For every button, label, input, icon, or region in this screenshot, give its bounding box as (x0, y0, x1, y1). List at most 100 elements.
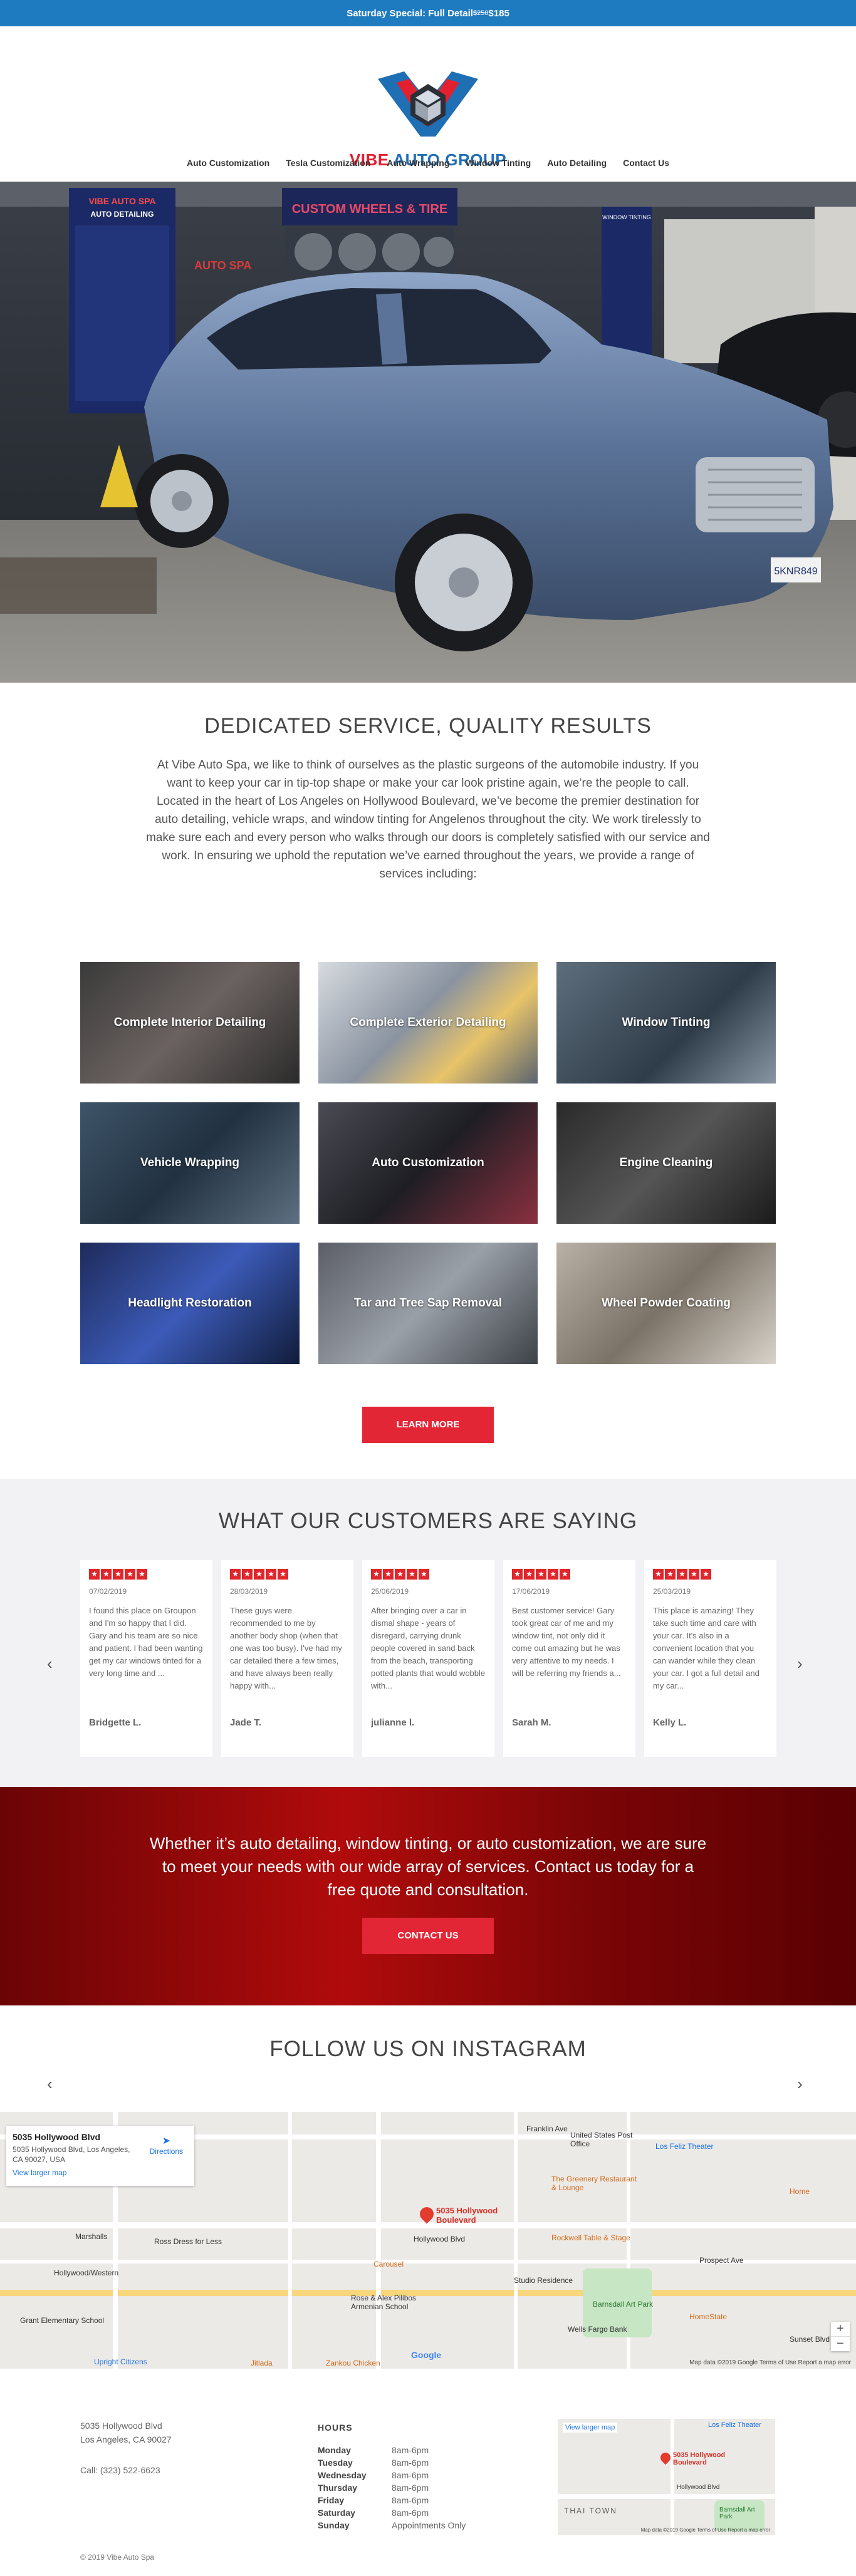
service-tile-label: Complete Exterior Detailing (350, 1016, 506, 1029)
star-icon: ★ (407, 1569, 417, 1580)
testimonial-card: ★ ★ ★ ★ ★ 25/03/2019 This place is amazing! … (644, 1560, 776, 1757)
star-icon: ★ (560, 1569, 570, 1580)
service-tile-label: Tar and Tree Sap Removal (353, 1296, 503, 1310)
nav-auto-wrapping[interactable]: Auto Wrapping (387, 158, 449, 168)
service-tile-vehicle-wrapping[interactable]: Vehicle Wrapping (80, 1102, 300, 1224)
embedded-map[interactable]: 5035 Hollywood Blvd 5035 Hollywood Blvd,… (0, 2112, 856, 2369)
service-tile-auto-customization[interactable]: Auto Customization (318, 1102, 538, 1224)
logo[interactable]: VIBE AUTO GROUP (0, 66, 856, 170)
nav-tesla-customization[interactable]: Tesla Customization (286, 158, 370, 168)
footer-phone[interactable]: Call: (323) 522-6623 (80, 2465, 160, 2475)
service-tile-tar-sap-removal[interactable]: Tar and Tree Sap Removal (318, 1243, 538, 1364)
service-tile-headlight-restoration[interactable]: Headlight Restoration (80, 1243, 300, 1364)
service-tile-engine-cleaning[interactable]: Engine Cleaning (556, 1102, 776, 1224)
service-tile-interior-detailing[interactable]: Complete Interior Detailing (80, 962, 300, 1084)
testimonial-card: ★ ★ ★ ★ ★ 07/02/2019 I found this place on G… (80, 1560, 212, 1757)
footer-mini-map[interactable]: View larger map Los Feliz Theater 5035 H… (558, 2419, 775, 2535)
map-label: Hollywood Blvd (414, 2235, 466, 2243)
instagram-prev-icon[interactable]: ‹ (47, 2074, 53, 2094)
star-icon: ★ (524, 1569, 535, 1580)
site-footer: 5035 Hollywood Blvd Los Angeles, CA 9002… (0, 2369, 856, 2576)
hours-day: Saturday (318, 2508, 355, 2518)
learn-more-button[interactable]: LEARN MORE (362, 1407, 494, 1443)
carousel-prev-icon[interactable]: ‹ (47, 1654, 53, 1673)
directions-button[interactable]: ➤ Directions (150, 2134, 183, 2156)
star-rating: ★ ★ ★ ★ ★ (653, 1569, 768, 1580)
service-tile-wheel-powder-coating[interactable]: Wheel Powder Coating (556, 1243, 776, 1364)
service-tile-window-tinting[interactable]: Window Tinting (556, 962, 776, 1084)
hours-row: Sunday Appointments Only (318, 2519, 466, 2532)
map-street (288, 2112, 292, 2369)
hero-sign-left-sub: AUTO DETAILING (91, 210, 154, 219)
map-info-card: 5035 Hollywood Blvd 5035 Hollywood Blvd,… (6, 2126, 194, 2186)
view-larger-map-link[interactable]: View larger map (13, 2168, 188, 2177)
testimonial-text: Best customer service! Gary took great c… (512, 1606, 621, 1678)
nav-contact-us[interactable]: Contact Us (623, 158, 669, 168)
testimonial-text: These guys were recommended to me by ano… (230, 1606, 342, 1690)
nav-window-tinting[interactable]: Window Tinting (466, 158, 531, 168)
map-pin-icon[interactable] (417, 2204, 437, 2224)
service-tile-label: Engine Cleaning (619, 1156, 713, 1169)
nav-auto-customization[interactable]: Auto Customization (187, 158, 269, 168)
hours-day: Tuesday (318, 2458, 353, 2468)
zoom-out-icon[interactable]: − (831, 2336, 850, 2351)
carousel-next-icon[interactable]: › (797, 1654, 803, 1673)
instagram-next-icon[interactable]: › (797, 2074, 803, 2094)
mini-map-link[interactable]: View larger map (563, 2423, 618, 2433)
hero-sign-left-text: VIBE AUTO SPA (88, 196, 155, 206)
testimonial-date: 07/02/2019 (89, 1587, 127, 1596)
testimonial-date: 25/03/2019 (653, 1587, 691, 1596)
star-rating: ★ ★ ★ ★ ★ (230, 1569, 345, 1580)
map-label: HomeState (689, 2312, 728, 2321)
main-nav: Auto Customization Tesla Customization A… (0, 158, 856, 168)
mini-map-pin-label: 5035 Hollywood Boulevard (673, 2451, 726, 2466)
hours-table: Monday 8am-6pm Tuesday 8am-6pm Wednesday 8a… (318, 2444, 466, 2532)
service-tile-label: Wheel Powder Coating (602, 1296, 731, 1310)
map-street (0, 2222, 856, 2228)
testimonial-author: Bridgette L. (89, 1717, 142, 1728)
service-tile-label: Auto Customization (372, 1156, 484, 1169)
hours-day: Friday (318, 2495, 345, 2505)
star-icon: ★ (665, 1569, 676, 1580)
mini-map-footer: Map data ©2019 Google Terms of Use Repor… (640, 2527, 770, 2533)
map-label: Hollywood/Western (54, 2268, 119, 2277)
hours-row: Saturday 8am-6pm (318, 2506, 466, 2519)
map-label: Upright Citizens (94, 2357, 147, 2366)
hours-time: 8am-6pm (392, 2458, 429, 2468)
hours-day: Wednesday (318, 2470, 367, 2480)
map-label: Barnsdall Art Park (593, 2300, 654, 2309)
star-icon: ★ (512, 1569, 523, 1580)
map-street (376, 2112, 381, 2369)
map-label: Studio Residence (514, 2276, 573, 2285)
testimonial-author: Sarah M. (512, 1717, 551, 1728)
contact-us-button[interactable]: CONTACT US (362, 1918, 494, 1954)
testimonial-card: ★ ★ ★ ★ ★ 28/03/2019 These guys were recomme… (221, 1560, 353, 1757)
cta-banner: Whether it’s auto detailing, window tint… (0, 1787, 856, 2005)
footer-hours: HOURS Monday 8am-6pm Tuesday 8am-6pm Wedne… (318, 2423, 466, 2532)
hero-auto-spa-text: AUTO SPA (194, 259, 251, 272)
testimonial-text: After bringing over a car in dismal shap… (371, 1606, 486, 1690)
cta-text: Whether it’s auto detailing, window tint… (149, 1834, 707, 1899)
directions-icon: ➤ (162, 2136, 171, 2146)
testimonials-section: WHAT OUR CUSTOMERS ARE SAYING ‹ ★ ★ ★ ★ ★ 07… (0, 1479, 856, 1787)
map-label: Rockwell Table & Stage (551, 2233, 630, 2242)
zoom-in-icon[interactable]: + (831, 2322, 850, 2336)
footer-address-line1: 5035 Hollywood Blvd (80, 2421, 162, 2431)
map-label: Home (790, 2187, 810, 2196)
star-icon: ★ (278, 1569, 288, 1580)
hours-row: Friday 8am-6pm (318, 2494, 466, 2506)
star-icon: ★ (266, 1569, 276, 1580)
service-tile-exterior-detailing[interactable]: Complete Exterior Detailing (318, 962, 538, 1084)
map-label: Zankou Chicken (326, 2359, 380, 2367)
testimonial-date: 25/06/2019 (371, 1587, 409, 1596)
testimonial-text: This place is amazing! They take such ti… (653, 1606, 759, 1690)
hours-time: 8am-6pm (392, 2495, 429, 2505)
star-icon: ★ (653, 1569, 664, 1580)
star-icon: ★ (137, 1569, 147, 1580)
star-icon: ★ (230, 1569, 241, 1580)
map-street (514, 2112, 518, 2369)
star-icon: ★ (689, 1569, 699, 1580)
nav-auto-detailing[interactable]: Auto Detailing (547, 158, 607, 168)
star-icon: ★ (371, 1569, 382, 1580)
star-icon: ★ (89, 1569, 100, 1580)
